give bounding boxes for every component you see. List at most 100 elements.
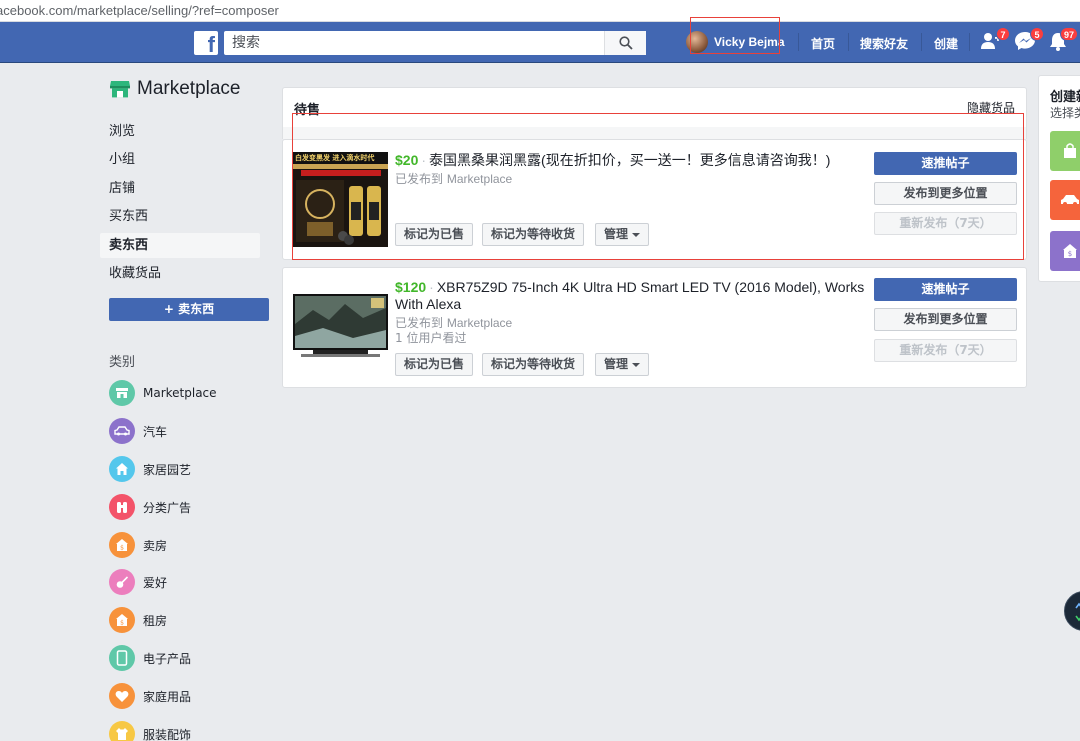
- page-title: 待售: [294, 103, 321, 118]
- marketplace-link: Marketplace: [446, 316, 513, 330]
- category-label: 服装配饰: [143, 727, 192, 741]
- search-button[interactable]: [604, 31, 646, 55]
- avatar: [686, 31, 708, 53]
- guitar-icon: [109, 569, 135, 595]
- chevron-down-icon: [632, 362, 641, 367]
- renew-listing-button: 重新发布（7天）: [874, 212, 1017, 235]
- listing-name: XBR75Z9D 75-Inch 4K Ultra HD Smart LED T…: [395, 279, 865, 312]
- marketplace-title[interactable]: Marketplace: [109, 78, 241, 100]
- listing-card: $120 · XBR75Z9D 75-Inch 4K Ultra HD Smart …: [282, 267, 1027, 388]
- selling-header: 待售 隐藏货品: [282, 87, 1027, 127]
- browser-url-bar[interactable]: acebook.com/marketplace/selling/?ref=com…: [0, 0, 1080, 22]
- hide-items-link[interactable]: 隐藏货品: [967, 99, 1015, 116]
- create-panel-subtitle: 选择类: [1050, 106, 1080, 120]
- profile-name: Vicky Bejma: [714, 35, 785, 49]
- category-label: 家居园艺: [143, 462, 192, 477]
- url-text: acebook.com/marketplace/selling/?ref=com…: [0, 3, 279, 18]
- category-home-garden[interactable]: 家居园艺: [109, 456, 191, 482]
- category-label: 卖房: [143, 538, 168, 553]
- chevron-down-icon: [632, 232, 641, 237]
- house-sale-icon[interactable]: $: [1050, 231, 1080, 271]
- manage-dropdown[interactable]: 管理: [595, 353, 650, 376]
- category-homes-for-sale[interactable]: $ 卖房: [109, 532, 167, 558]
- category-clothing[interactable]: 服装配饰: [109, 721, 191, 741]
- create-link[interactable]: 创建: [934, 35, 958, 52]
- listing-price: $20: [395, 152, 419, 168]
- manage-dropdown[interactable]: 管理: [595, 223, 650, 246]
- boost-post-button[interactable]: 速推帖子: [874, 152, 1017, 175]
- mark-sold-button[interactable]: 标记为已售: [395, 223, 474, 246]
- sidebar-item-groups[interactable]: 小组: [100, 147, 260, 172]
- listing-view-count: 1 位用户看过: [395, 331, 467, 345]
- sidebar-item-shops[interactable]: 店铺: [100, 176, 260, 201]
- clothing-icon: [109, 721, 135, 741]
- sell-something-button[interactable]: + 卖东西: [109, 298, 269, 321]
- listing-title[interactable]: $120 · XBR75Z9D 75-Inch 4K Ultra HD Smart …: [395, 279, 867, 313]
- search-box: [224, 31, 646, 55]
- floating-scroll-button[interactable]: [1064, 591, 1080, 631]
- category-label: 汽车: [143, 424, 168, 439]
- car-icon: [109, 418, 135, 444]
- binoculars-icon: [109, 494, 135, 520]
- category-label: 电子产品: [143, 651, 192, 666]
- facebook-logo-icon[interactable]: f: [194, 31, 218, 57]
- svg-text:$: $: [120, 545, 124, 552]
- mark-sold-button[interactable]: 标记为已售: [395, 353, 474, 376]
- heart-icon: [109, 683, 135, 709]
- friend-requests-button[interactable]: 7: [980, 27, 1010, 53]
- listing-card: 白发变黑发 进入滴水时代 $20 · 泰国黑桑果润黑露(现在折扣价，买一送一！更多信…: [282, 139, 1027, 260]
- listing-price: $120: [395, 279, 427, 295]
- house-sale-icon: $: [109, 532, 135, 558]
- house-icon: [109, 456, 135, 482]
- category-classifieds[interactable]: 分类广告: [109, 494, 191, 520]
- messages-badge: 5: [1030, 27, 1044, 41]
- boost-post-button[interactable]: 速推帖子: [874, 278, 1017, 301]
- messages-button[interactable]: 5: [1014, 27, 1044, 53]
- category-label: 家庭用品: [143, 689, 192, 704]
- svg-text:$: $: [1068, 250, 1072, 258]
- mark-pending-button[interactable]: 标记为等待收货: [482, 223, 585, 246]
- create-listing-panel: 创建新 选择类 $: [1038, 75, 1080, 282]
- category-label: 分类广告: [143, 500, 192, 515]
- search-icon: [618, 36, 633, 50]
- category-marketplace[interactable]: Marketplace: [109, 380, 217, 406]
- facebook-top-bar: f Vicky Bejma 首页 搜索好友 创建 7 5 97: [0, 22, 1080, 63]
- category-rentals[interactable]: $ 租房: [109, 607, 167, 633]
- create-panel-title: 创建新: [1050, 90, 1080, 105]
- find-friends-link[interactable]: 搜索好友: [860, 35, 908, 52]
- header-divider: [282, 127, 1027, 139]
- shopping-bag-icon[interactable]: [1050, 131, 1080, 171]
- category-label: Marketplace: [143, 386, 217, 400]
- share-more-places-button[interactable]: 发布到更多位置: [874, 308, 1017, 331]
- search-input[interactable]: [224, 31, 604, 55]
- listing-thumbnail[interactable]: [293, 280, 388, 375]
- thumbnail-caption: 白发变黑发 进入滴水时代: [295, 154, 375, 162]
- listing-title[interactable]: $20 · 泰国黑桑果润黑露(现在折扣价，买一送一！更多信息请咨询我！): [395, 152, 867, 169]
- sidebar-item-buying[interactable]: 买东西: [100, 204, 260, 229]
- notifications-badge: 97: [1059, 27, 1078, 41]
- car-icon[interactable]: [1050, 180, 1080, 220]
- home-link[interactable]: 首页: [811, 35, 835, 52]
- sidebar-item-saved[interactable]: 收藏货品: [100, 261, 260, 286]
- notifications-button[interactable]: 97: [1048, 27, 1078, 53]
- category-label: 租房: [143, 613, 168, 628]
- category-vehicles[interactable]: 汽车: [109, 418, 167, 444]
- category-household[interactable]: 家庭用品: [109, 683, 191, 709]
- categories-heading: 类别: [109, 355, 136, 370]
- sidebar-item-browse[interactable]: 浏览: [100, 119, 260, 144]
- category-hobbies[interactable]: 爱好: [109, 569, 167, 595]
- listing-name: 泰国黑桑果润黑露(现在折扣价，买一送一！更多信息请咨询我！): [429, 152, 831, 168]
- listing-posted-to: 已发布到 Marketplace: [395, 172, 513, 186]
- house-rent-icon: $: [109, 607, 135, 633]
- arrows-icon: [1075, 602, 1080, 622]
- profile-link[interactable]: Vicky Bejma: [686, 29, 785, 55]
- storefront-icon: [110, 81, 130, 98]
- category-electronics[interactable]: 电子产品: [109, 645, 191, 671]
- mark-pending-button[interactable]: 标记为等待收货: [482, 353, 585, 376]
- listing-thumbnail[interactable]: 白发变黑发 进入滴水时代: [293, 152, 388, 247]
- storefront-icon: [109, 380, 135, 406]
- sidebar-item-selling[interactable]: 卖东西: [100, 233, 260, 258]
- share-more-places-button[interactable]: 发布到更多位置: [874, 182, 1017, 205]
- category-label: 爱好: [143, 575, 168, 590]
- renew-listing-button: 重新发布（7天）: [874, 339, 1017, 362]
